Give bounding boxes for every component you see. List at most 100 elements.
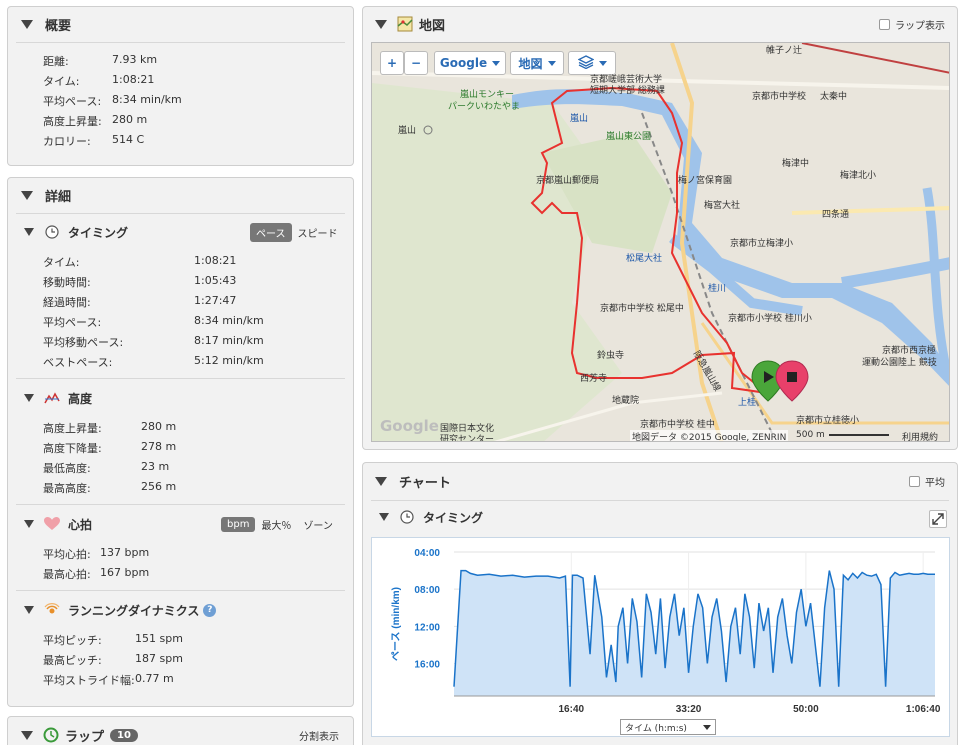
- heart-rate-unit-toggle: bpm 最大％ ゾーン: [221, 515, 339, 534]
- summary-value: 1:08:21: [112, 73, 155, 86]
- heart-rate-section-header[interactable]: 心拍: [24, 514, 92, 534]
- running-dynamics-value: 151 spm: [135, 632, 183, 645]
- split-display-link[interactable]: 分割表示: [299, 728, 339, 743]
- clock-icon: [44, 224, 60, 240]
- elevation-label: 最低高度:: [43, 462, 91, 475]
- expand-chart-button[interactable]: [929, 510, 947, 528]
- heart-rate-title: 心拍: [68, 517, 93, 532]
- zoom-in-button[interactable]: +: [380, 51, 404, 75]
- x-tick-label: 16:40: [558, 704, 584, 715]
- map-place-label: 京都市中学校 松尾中: [600, 304, 684, 314]
- pace-chart-svg[interactable]: 04:00 08:00 12:00 16:00 16:40 33:20 50:00 1:06:…: [372, 538, 949, 736]
- timing-label: タイム:: [43, 256, 80, 269]
- lap-display-checkbox[interactable]: ラップ表示: [879, 17, 945, 32]
- map-place-label: パークいわたやま: [448, 102, 521, 112]
- speed-toggle-button[interactable]: スピード: [292, 223, 344, 242]
- timing-label: 平均ペース:: [43, 316, 102, 329]
- timing-value: 1:27:47: [194, 294, 237, 307]
- caret-down-icon: [547, 60, 556, 66]
- map-type-dropdown[interactable]: 地図: [510, 51, 564, 75]
- elevation-section-header[interactable]: 高度: [24, 388, 92, 408]
- y-tick-label: 08:00: [414, 585, 440, 596]
- map-header[interactable]: 地図 ラップ表示: [363, 7, 957, 41]
- elevation-label: 最高高度:: [43, 482, 91, 495]
- map-place-label: 京都市立桂徳小: [796, 416, 860, 426]
- zone-toggle-button[interactable]: ゾーン: [297, 515, 339, 534]
- map-place-label: 京都市中学校: [752, 92, 807, 102]
- map-attribution: 地図データ ©2015 Google, ZENRIN: [630, 430, 789, 441]
- summary-header[interactable]: 概要: [8, 7, 353, 41]
- help-icon[interactable]: ?: [203, 603, 217, 617]
- average-label: 平均: [925, 477, 945, 489]
- map-place-label: 梅津中: [782, 159, 810, 169]
- average-checkbox[interactable]: 平均: [909, 474, 945, 489]
- collapse-triangle-icon[interactable]: [375, 476, 387, 486]
- laps-title: ラップ: [65, 729, 105, 745]
- map-place-label: 短期大学部 総務課: [590, 86, 665, 96]
- map-place-label: 地蔵院: [612, 396, 640, 406]
- map-place-label: 京都嵐山郵便局: [536, 176, 600, 186]
- map-terms-link[interactable]: 利用規約: [902, 430, 938, 441]
- checkbox-icon[interactable]: [879, 18, 890, 30]
- collapse-triangle-icon[interactable]: [21, 190, 33, 200]
- elevation-title: 高度: [68, 391, 93, 406]
- summary-label: 平均ペース:: [43, 95, 102, 108]
- map-icon: [397, 16, 413, 32]
- zoom-out-button[interactable]: −: [404, 51, 428, 75]
- max-percent-toggle-button[interactable]: 最大％: [255, 515, 297, 534]
- elevation-value: 278 m: [141, 440, 177, 453]
- x-tick-label: 1:06:40: [906, 704, 941, 715]
- running-dynamics-section-header[interactable]: ランニングダイナミクス ?: [24, 600, 217, 620]
- elevation-label: 高度下降量:: [43, 442, 102, 455]
- map-place-label: 鈴虫寺: [597, 351, 625, 361]
- collapse-triangle-icon[interactable]: [24, 394, 34, 402]
- map-place-label: 西芳寺: [580, 374, 608, 384]
- chart-title: チャート: [399, 475, 451, 491]
- collapse-triangle-icon[interactable]: [21, 19, 33, 29]
- pace-speed-toggle: ペース スピード: [250, 223, 344, 242]
- heart-rate-value: 137 bpm: [100, 546, 150, 559]
- map-place-label: 太秦中: [820, 92, 848, 102]
- heart-icon: [44, 516, 60, 532]
- collapse-triangle-icon[interactable]: [24, 606, 34, 614]
- pace-chart[interactable]: 04:00 08:00 12:00 16:00 16:40 33:20 50:00 1:06:…: [371, 537, 950, 737]
- x-tick-label: 33:20: [676, 704, 702, 715]
- checkbox-icon[interactable]: [909, 475, 920, 487]
- collapse-triangle-icon[interactable]: [24, 520, 34, 528]
- laps-panel: ラップ 10 分割表示: [7, 716, 354, 745]
- elevation-value: 23 m: [141, 460, 170, 473]
- collapse-triangle-icon[interactable]: [379, 513, 389, 521]
- map-place-label: 嵐山東公園: [606, 132, 652, 142]
- bpm-toggle-button[interactable]: bpm: [221, 517, 256, 532]
- pace-toggle-button[interactable]: ペース: [250, 223, 292, 242]
- laps-header[interactable]: ラップ 10 分割表示: [8, 717, 353, 745]
- y-tick-label: 04:00: [414, 548, 440, 559]
- running-dynamics-icon: [44, 602, 60, 618]
- collapse-triangle-icon[interactable]: [375, 19, 387, 29]
- collapse-triangle-icon[interactable]: [24, 228, 34, 236]
- timing-value: 8:34 min/km: [194, 314, 264, 327]
- timing-section-header[interactable]: タイミング: [24, 222, 128, 242]
- y-tick-label: 16:00: [414, 659, 440, 670]
- caret-down-icon: [492, 60, 501, 66]
- chart-timing-title: タイミング: [423, 510, 484, 525]
- map-place-label: 梅津北小: [840, 171, 877, 181]
- clock-icon: [399, 509, 415, 525]
- elevation-value: 280 m: [141, 420, 177, 433]
- map-place-label: 梅宮大社: [704, 201, 741, 211]
- collapse-triangle-icon[interactable]: [21, 730, 33, 740]
- chart-timing-header[interactable]: タイミング: [379, 507, 483, 527]
- google-source-dropdown[interactable]: Google: [434, 51, 506, 75]
- timing-label: ベストペース:: [43, 356, 113, 369]
- chart-header[interactable]: チャート 平均: [363, 463, 957, 499]
- map-place-label: 松尾大社: [626, 254, 663, 264]
- lap-display-label: ラップ表示: [895, 20, 945, 32]
- map-place-label: 四条通: [822, 210, 850, 220]
- summary-label: カロリー:: [43, 135, 91, 148]
- x-axis-select[interactable]: タイム (h:m:s): [620, 719, 716, 735]
- laps-icon: [43, 727, 59, 743]
- running-dynamics-value: 187 spm: [135, 652, 183, 665]
- summary-value: 7.93 km: [112, 53, 158, 66]
- route-map[interactable]: + − Google 地図 京都嵯峨芸術大学 短期大学部 総務課 嵐山モンキー …: [371, 42, 950, 442]
- details-header[interactable]: 詳細: [8, 178, 353, 212]
